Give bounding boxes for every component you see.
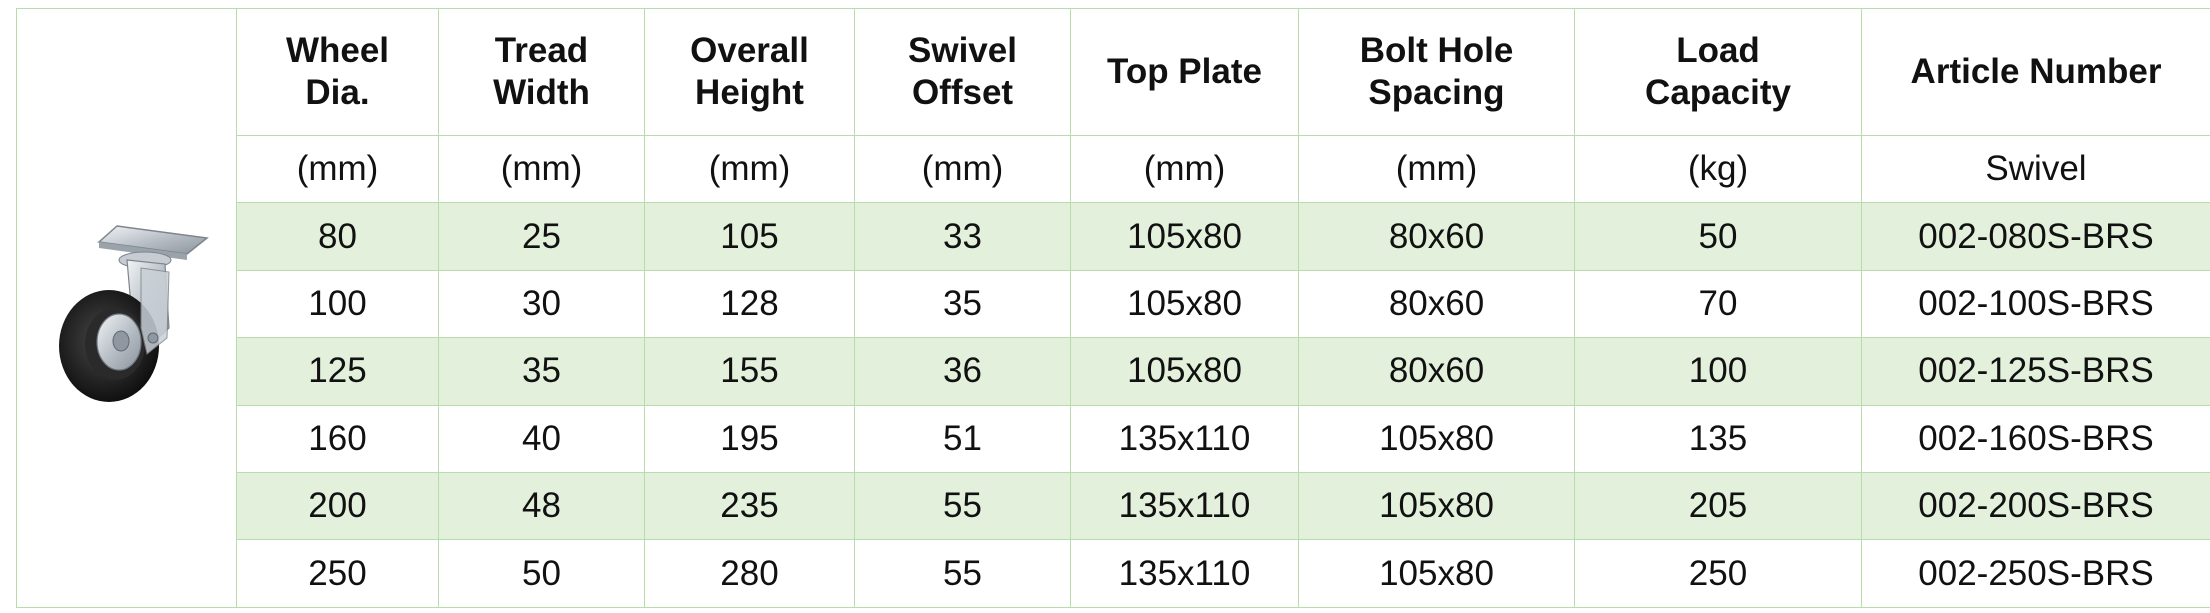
header-overall-height: Overall Height xyxy=(644,8,855,136)
table-cell: 36 xyxy=(854,337,1071,406)
product-image-cell xyxy=(16,8,237,608)
table-cell: 002-125S-BRS xyxy=(1861,337,2210,406)
header-swivel-offset: Swivel Offset xyxy=(854,8,1071,136)
table-cell: 195 xyxy=(644,404,855,474)
caster-spec-table: Wheel Dia. Tread Width Overall Height Swive… xyxy=(16,8,2210,608)
table-cell: 80x60 xyxy=(1298,269,1575,339)
table-cell: 40 xyxy=(438,404,645,474)
table-cell: 105x80 xyxy=(1070,337,1299,406)
table-cell: 135x110 xyxy=(1070,539,1299,608)
table-cell: 105 xyxy=(644,202,855,271)
table-cell: 135 xyxy=(1574,404,1862,474)
table-cell: 105x80 xyxy=(1070,202,1299,271)
table-row: 80 25 105 33 105x80 80x60 50 002-080S-BR… xyxy=(17,202,2210,271)
table-cell: 55 xyxy=(854,539,1071,608)
table-row: 100 30 128 35 105x80 80x60 70 002-100S-B… xyxy=(17,269,2210,339)
table-cell: 80 xyxy=(236,202,439,271)
unit-cell: (mm) xyxy=(644,134,855,204)
table-cell: 125 xyxy=(236,337,439,406)
unit-cell: (mm) xyxy=(1298,134,1575,204)
table-row: 160 40 195 51 135x110 105x80 135 002-160… xyxy=(17,404,2210,474)
table-cell: 250 xyxy=(236,539,439,608)
units-row: (mm) (mm) (mm) (mm) (mm) (mm) (kg) Swive… xyxy=(17,134,2210,204)
table-cell: 160 xyxy=(236,404,439,474)
table-row: 125 35 155 36 105x80 80x60 100 002-125S-… xyxy=(17,337,2210,406)
table-cell: 105x80 xyxy=(1298,539,1575,608)
table-cell: 002-080S-BRS xyxy=(1861,202,2210,271)
table-cell: 50 xyxy=(438,539,645,608)
table-cell: 48 xyxy=(438,472,645,541)
table-cell: 135x110 xyxy=(1070,404,1299,474)
table-cell: 35 xyxy=(854,269,1071,339)
unit-cell: (mm) xyxy=(438,134,645,204)
table-cell: 155 xyxy=(644,337,855,406)
table-cell: 80x60 xyxy=(1298,337,1575,406)
header-article-number: Article Number xyxy=(1861,8,2210,136)
table-cell: 250 xyxy=(1574,539,1862,608)
header-load-capacity: Load Capacity xyxy=(1574,8,1862,136)
table-cell: 105x80 xyxy=(1070,269,1299,339)
unit-cell: (mm) xyxy=(236,134,439,204)
table-cell: 280 xyxy=(644,539,855,608)
table-cell: 105x80 xyxy=(1298,404,1575,474)
swivel-caster-wheel-image xyxy=(37,208,217,408)
table-cell: 50 xyxy=(1574,202,1862,271)
table-cell: 002-100S-BRS xyxy=(1861,269,2210,339)
table-cell: 51 xyxy=(854,404,1071,474)
table-cell: 100 xyxy=(1574,337,1862,406)
table-cell: 205 xyxy=(1574,472,1862,541)
table-cell: 200 xyxy=(236,472,439,541)
table-cell: 33 xyxy=(854,202,1071,271)
table-row: 200 48 235 55 135x110 105x80 205 002-200… xyxy=(17,472,2210,541)
table-cell: 105x80 xyxy=(1298,472,1575,541)
table-cell: 80x60 xyxy=(1298,202,1575,271)
header-top-plate: Top Plate xyxy=(1070,8,1299,136)
header-bolt-hole-spacing: Bolt Hole Spacing xyxy=(1298,8,1575,136)
table-cell: 002-250S-BRS xyxy=(1861,539,2210,608)
table-cell: 35 xyxy=(438,337,645,406)
unit-cell: (mm) xyxy=(1070,134,1299,204)
table-cell: 30 xyxy=(438,269,645,339)
unit-cell: (kg) xyxy=(1574,134,1862,204)
table-cell: 100 xyxy=(236,269,439,339)
header-wheel-dia: Wheel Dia. xyxy=(236,8,439,136)
table-cell: 235 xyxy=(644,472,855,541)
unit-cell: Swivel xyxy=(1861,134,2210,204)
table-cell: 128 xyxy=(644,269,855,339)
table-cell: 002-200S-BRS xyxy=(1861,472,2210,541)
table-cell: 002-160S-BRS xyxy=(1861,404,2210,474)
table-cell: 70 xyxy=(1574,269,1862,339)
table-cell: 55 xyxy=(854,472,1071,541)
header-row: Wheel Dia. Tread Width Overall Height Swive… xyxy=(16,8,2210,608)
header-tread-width: Tread Width xyxy=(438,8,645,136)
table-cell: 135x110 xyxy=(1070,472,1299,541)
unit-cell: (mm) xyxy=(854,134,1071,204)
table-cell: 25 xyxy=(438,202,645,271)
table-row: 250 50 280 55 135x110 105x80 250 002-250… xyxy=(17,539,2210,608)
